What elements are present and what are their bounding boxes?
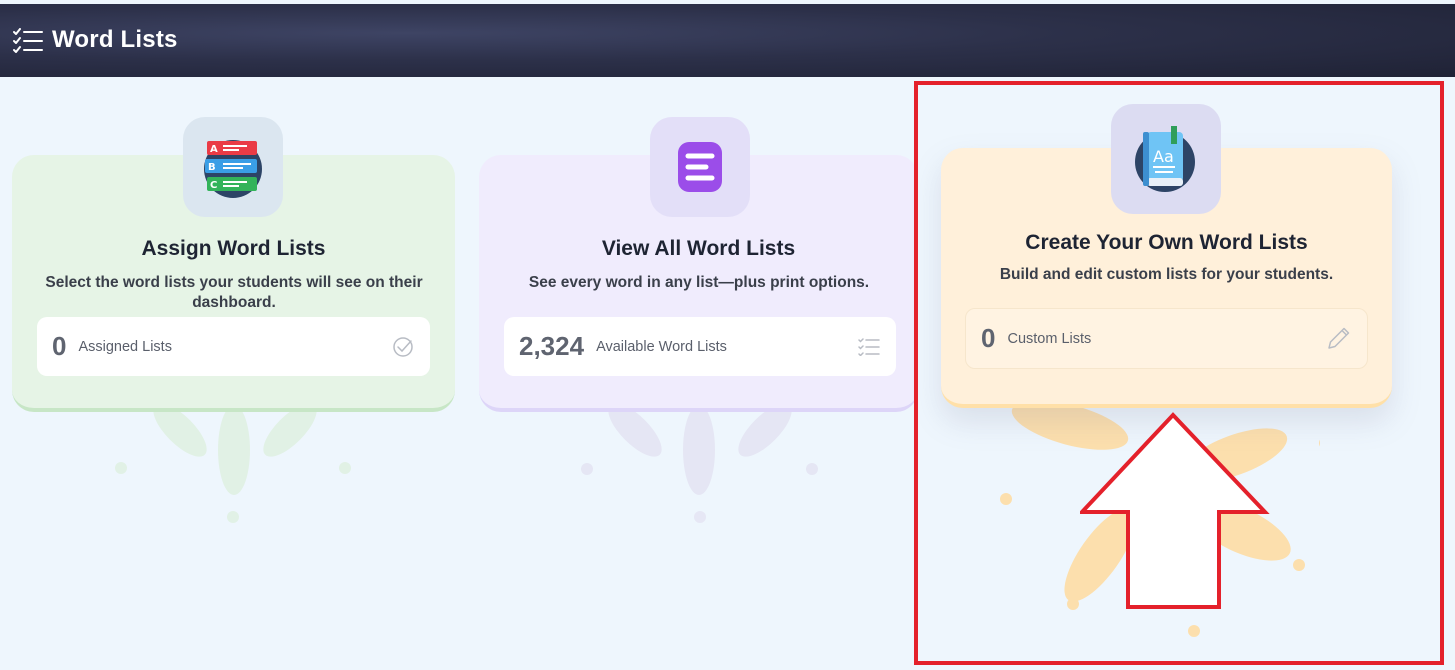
abc-list-icon: A B C <box>204 140 262 198</box>
splash-decoration-purple <box>581 403 818 523</box>
stat-label: Assigned Lists <box>78 338 172 355</box>
assigned-lists-stat: 0 Assigned Lists <box>37 317 430 376</box>
list-check-icon <box>13 28 43 53</box>
svg-text:A: A <box>210 144 218 155</box>
app-header: Word Lists <box>0 4 1455 77</box>
arrow-up-annotation-icon <box>1080 412 1270 609</box>
available-word-lists-stat: 2,324 Available Word Lists <box>504 317 896 376</box>
svg-text:C: C <box>210 180 217 191</box>
text-lines-icon <box>678 142 722 192</box>
card-title: View All Word Lists <box>601 237 796 260</box>
svg-text:B: B <box>208 162 216 173</box>
stat-label: Available Word Lists <box>596 338 727 355</box>
list-icon <box>858 337 880 356</box>
abc-list-icon-tile: A B C <box>183 117 283 217</box>
stat-value: 0 <box>52 331 67 361</box>
check-circle-icon <box>393 336 413 357</box>
card-description: See every word in any list—plus print op… <box>528 274 870 291</box>
card-title: Assign Word Lists <box>141 237 326 260</box>
splash-decoration-green <box>115 403 351 523</box>
page-title: Word Lists <box>52 26 178 53</box>
stat-value: 2,324 <box>519 331 585 361</box>
card-description: Select the word lists your students will… <box>45 274 423 311</box>
text-lines-icon-tile <box>650 117 750 217</box>
